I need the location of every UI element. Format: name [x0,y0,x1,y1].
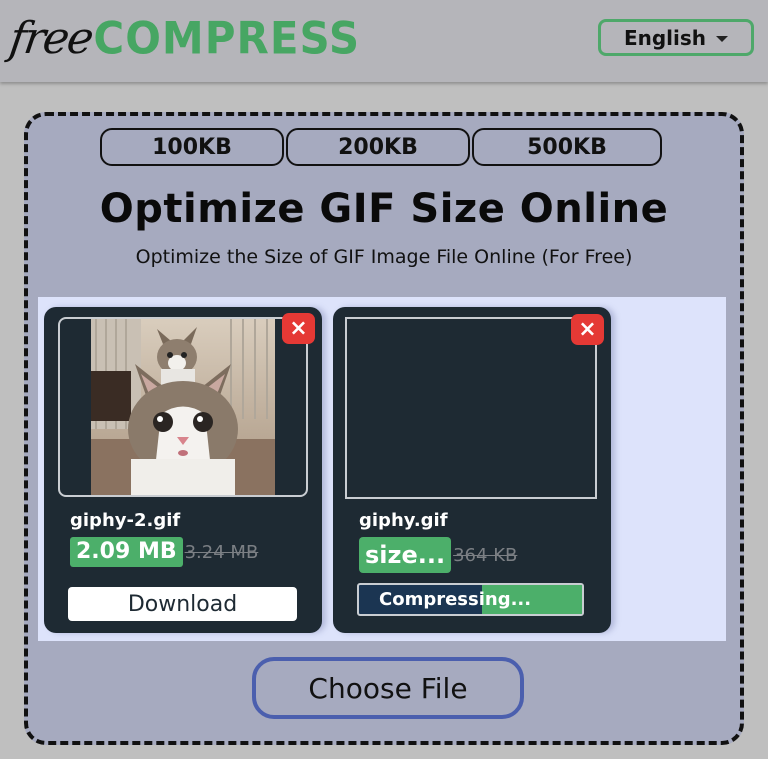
logo-compress-text: COMPRESS [93,12,361,64]
compressed-size-badge: size... [359,537,452,573]
remove-file-button[interactable]: × [282,313,315,344]
chevron-down-icon [716,36,729,42]
file-sizes: size... 364 KB [359,537,517,573]
logo[interactable]: free COMPRESS [6,8,361,68]
file-card: × giphy-2.gif 2.09 MB 3.24 MB Download [44,307,322,633]
choose-file-button[interactable]: Choose File [252,657,524,719]
cat-image [91,319,275,495]
file-card: × giphy.gif size... 364 KB Compressing..… [333,307,611,633]
page-title: Optimize GIF Size Online [99,186,669,232]
original-size: 364 KB [453,544,518,566]
file-name: giphy.gif [359,510,448,531]
site-header: free COMPRESS English [0,0,768,82]
page-subtitle: Optimize the Size of GIF Image File Onli… [135,246,633,268]
compressed-size-badge: 2.09 MB [70,537,183,567]
remove-file-button[interactable]: × [571,314,604,345]
size-presets: 100KB 200KB 500KB [100,128,662,166]
language-label: English [623,25,707,50]
close-icon: × [289,316,308,341]
download-button[interactable]: Download [68,587,297,621]
file-sizes: 2.09 MB 3.24 MB [70,537,258,567]
compression-progress-bar: Compressing... [357,583,584,616]
file-drop-zone[interactable]: 100KB 200KB 500KB Optimize GIF Size Onli… [24,112,744,745]
language-select[interactable]: English [598,19,754,56]
file-list-panel: × giphy-2.gif 2.09 MB 3.24 MB Download ×… [38,297,726,641]
preset-100kb-button[interactable]: 100KB [100,128,284,166]
file-thumbnail [58,317,308,497]
file-thumbnail [345,317,597,499]
preset-200kb-button[interactable]: 200KB [286,128,470,166]
logo-free-text: free [6,12,95,64]
file-name: giphy-2.gif [70,510,181,531]
progress-label: Compressing... [379,589,532,610]
close-icon: × [578,317,597,342]
preset-500kb-button[interactable]: 500KB [472,128,662,166]
original-size: 3.24 MB [184,541,259,563]
